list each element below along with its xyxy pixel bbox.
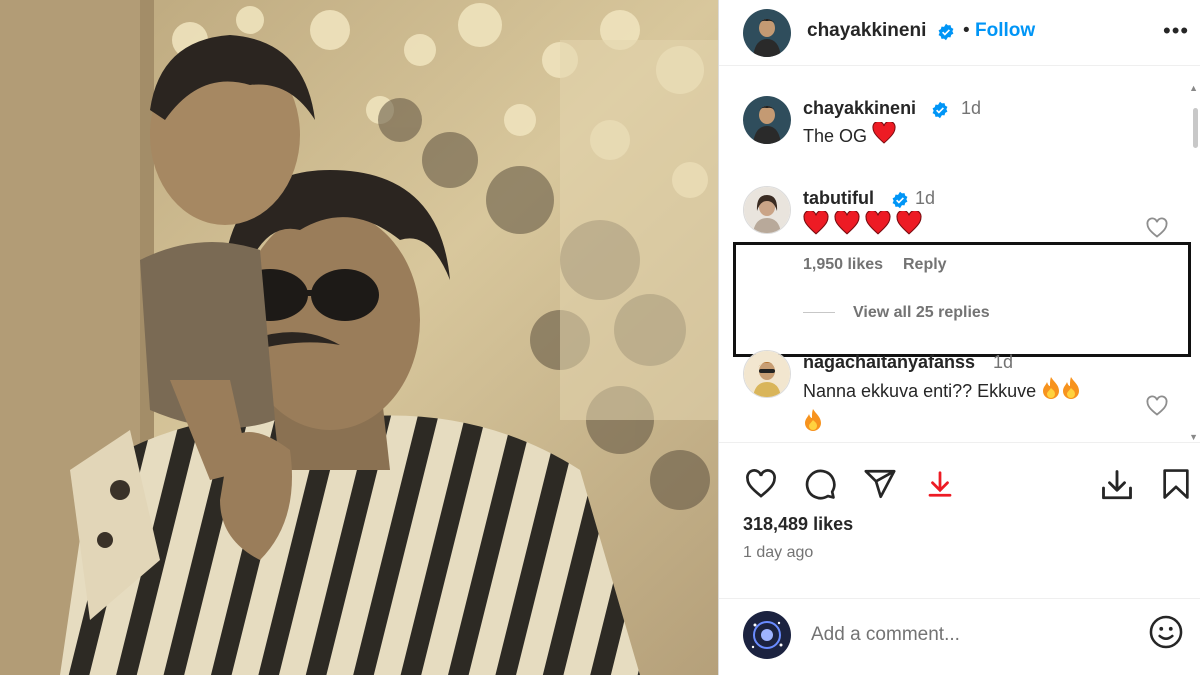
scrollbar-thumb[interactable]	[1193, 108, 1198, 148]
emoji-icon[interactable]	[1147, 613, 1185, 656]
comment-like-heart-icon[interactable]	[1145, 394, 1169, 418]
commenter-avatar-image	[743, 96, 791, 144]
verified-icon	[931, 101, 949, 124]
red-heart-emoji	[872, 121, 896, 152]
author-username[interactable]: chayakkineni	[807, 20, 926, 42]
commenter-avatar-image	[744, 351, 790, 397]
comment-likes-count[interactable]: 1,950 likes	[803, 256, 883, 274]
commenter-avatar[interactable]	[743, 96, 791, 144]
comment-like-heart-icon[interactable]	[1145, 216, 1169, 240]
author-avatar-image	[743, 9, 791, 57]
fire-emoji	[1041, 376, 1061, 408]
follow-button[interactable]: Follow	[975, 20, 1035, 42]
comment-text: The OG	[803, 126, 868, 146]
comment-icon[interactable]	[803, 467, 837, 506]
comment-username[interactable]: tabutiful	[803, 188, 874, 209]
comment-username[interactable]: chayakkineni	[803, 98, 916, 119]
comment-composer	[719, 598, 1200, 675]
scrollbar-down-arrow[interactable]: ▼	[1189, 432, 1198, 442]
view-replies-button[interactable]: View all 25 replies	[853, 304, 990, 322]
author-avatar[interactable]	[743, 9, 791, 57]
commenter-avatar-image	[744, 187, 790, 233]
comment-text-row: Nanna ekkuva enti?? Ekkuve	[803, 376, 1123, 440]
post-likes-count[interactable]: 318,489 likes	[743, 514, 853, 535]
header-separator: •	[963, 20, 970, 41]
add-comment-input[interactable]	[809, 619, 1133, 651]
comment-time: 1d	[915, 188, 936, 208]
commenter-avatar[interactable]	[743, 186, 791, 234]
red-heart-emoji	[803, 209, 829, 243]
post-photo[interactable]	[0, 0, 718, 675]
comment-text-row: The OG	[803, 121, 896, 152]
download-arrow-icon[interactable]	[925, 469, 955, 504]
current-user-avatar[interactable]	[743, 611, 791, 659]
post-side-panel: chayakkineni • Follow ••• chayakkineni 1	[718, 0, 1200, 675]
bookmark-icon[interactable]	[1159, 467, 1193, 506]
sepia-photo-image	[0, 0, 718, 675]
comment-username[interactable]: nagachaitanyafanss	[803, 352, 975, 373]
comment-emoji-row	[803, 209, 922, 243]
current-user-avatar-image	[743, 611, 791, 659]
fire-emoji	[803, 408, 823, 440]
fire-emoji	[1061, 376, 1081, 408]
red-heart-emoji	[896, 209, 922, 243]
commenter-avatar[interactable]	[743, 350, 791, 398]
share-icon[interactable]	[863, 467, 897, 506]
reply-button[interactable]: Reply	[903, 256, 947, 274]
highlighted-comment-frame	[733, 242, 1191, 357]
comment-text: Nanna ekkuva enti?? Ekkuve	[803, 380, 1037, 401]
red-heart-emoji	[834, 209, 860, 243]
comment-time: 1d	[993, 352, 1014, 372]
post-header: chayakkineni • Follow •••	[719, 0, 1200, 66]
post-timestamp: 1 day ago	[743, 544, 814, 561]
more-options-icon[interactable]: •••	[1163, 18, 1189, 44]
comments-list[interactable]: chayakkineni 1d The OG tabutiful 1d 1,95…	[719, 66, 1200, 442]
comment-time: 1d	[961, 98, 982, 118]
red-heart-emoji	[865, 209, 891, 243]
like-icon[interactable]	[743, 467, 779, 506]
verified-icon	[937, 23, 955, 46]
download-icon[interactable]	[1099, 467, 1135, 508]
scrollbar-up-arrow[interactable]: ▲	[1189, 83, 1198, 93]
view-replies-divider	[803, 312, 835, 313]
